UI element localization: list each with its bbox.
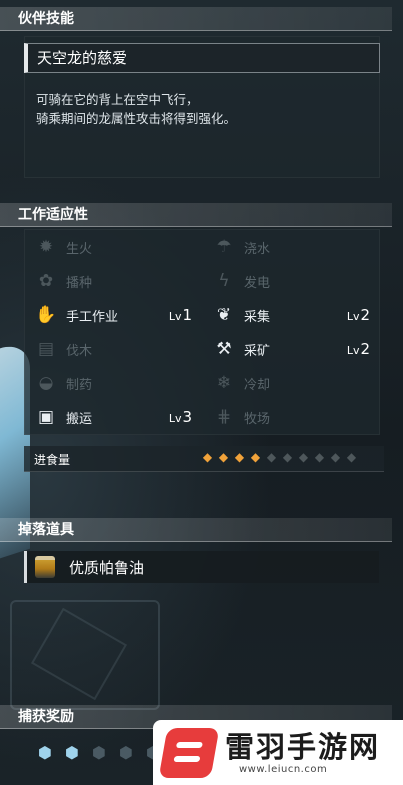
lightning-icon: ϟ [218, 271, 230, 291]
food-empty-icon: ◆ [266, 450, 277, 464]
work-item-label: 发电 [244, 275, 271, 291]
hand-icon: ✋ [35, 305, 57, 325]
work-item-level-value: 3 [182, 408, 192, 426]
food-filled-icon: ◆ [218, 450, 229, 464]
work-item: ◒ 制药 [26, 368, 196, 398]
oil-jar-icon [35, 556, 55, 578]
capture-reward-meter: ⬢⬢⬢⬢⬢ [36, 742, 162, 764]
work-item: ⚒ 采矿 Lv2 [204, 334, 374, 364]
work-item-label: 采矿 [244, 343, 271, 359]
box-icon: ▣ [37, 407, 55, 427]
work-item-label: 搬运 [66, 411, 93, 427]
skill-name: 天空龙的慈爱 [24, 43, 380, 73]
food-empty-icon: ◆ [314, 450, 325, 464]
work-item: ϟ 发电 [204, 266, 374, 296]
work-item-label: 生火 [66, 241, 93, 257]
work-item-label: 浇水 [244, 241, 271, 257]
watermark-logo-icon [158, 728, 220, 778]
skill-description-line: 骑乘期间的龙属性攻击将得到强化。 [36, 111, 237, 126]
logs-icon: ▤ [37, 339, 55, 359]
capture-reward-icon: ⬢ [65, 743, 79, 762]
work-item-label: 冷却 [244, 377, 271, 393]
capture-reward-icon: ⬢ [92, 743, 106, 762]
work-item-label: 播种 [66, 275, 93, 291]
work-item-level-prefix: Lv [346, 344, 360, 357]
work-item-label: 采集 [244, 309, 271, 325]
work-item: ▣ 搬运 Lv3 [26, 402, 196, 432]
work-item: ❄ 冷却 [204, 368, 374, 398]
sprout-icon: ✿ [38, 271, 54, 291]
work-item-level-prefix: Lv [168, 310, 182, 323]
work-item-level: Lv1 [169, 306, 192, 324]
food-label: 进食量 [34, 453, 71, 467]
watermark-title: 雷羽手游网 [225, 730, 381, 764]
work-item-level-prefix: Lv [168, 412, 182, 425]
work-item-label: 牧场 [244, 411, 271, 427]
food-meter: ◆ ◆ ◆ ◆ ◆ ◆ ◆ ◆ ◆ ◆ [200, 450, 359, 465]
capture-reward-icon: ⬢ [119, 743, 133, 762]
drop-item[interactable]: 优质帕鲁油 [24, 551, 379, 583]
work-item-level-prefix: Lv [346, 310, 360, 323]
watering-can-icon: ☂ [216, 237, 232, 257]
food-filled-icon: ◆ [234, 450, 245, 464]
bowl-icon: ◒ [38, 373, 54, 393]
work-item: ▤ 伐木 [26, 334, 196, 364]
work-item: ⋕ 牧场 [204, 402, 374, 432]
drop-item-label: 优质帕鲁油 [69, 559, 145, 577]
work-suitability-header: 工作适应性 [0, 203, 392, 227]
food-empty-icon: ◆ [298, 450, 309, 464]
work-item-level-value: 2 [360, 306, 370, 324]
snowflake-icon: ❄ [216, 373, 232, 393]
capture-reward-icon: ⬢ [38, 743, 52, 762]
work-item-level: Lv3 [169, 408, 192, 426]
work-item: ✋ 手工作业 Lv1 [26, 300, 196, 330]
work-item: ✿ 播种 [26, 266, 196, 296]
skill-description: 可骑在它的背上在空中飞行， 骑乘期间的龙属性攻击将得到强化。 [36, 90, 366, 128]
work-item: ☂ 浇水 [204, 232, 374, 262]
food-row: 进食量 ◆ ◆ ◆ ◆ ◆ ◆ ◆ ◆ ◆ ◆ [24, 446, 384, 472]
food-empty-icon: ◆ [346, 450, 357, 464]
partner-skill-header: 伙伴技能 [0, 7, 392, 31]
work-item-level: Lv2 [347, 340, 370, 358]
fence-icon: ⋕ [216, 407, 232, 427]
work-item: ✹ 生火 [26, 232, 196, 262]
flame-icon: ✹ [38, 237, 54, 257]
work-item-label: 手工作业 [66, 309, 119, 325]
leaf-icon: ❦ [216, 305, 232, 325]
watermark: 雷羽手游网 www.leiucn.com [153, 720, 403, 785]
work-item-level-value: 1 [182, 306, 192, 324]
food-filled-icon: ◆ [202, 450, 213, 464]
watermark-url: www.leiucn.com [239, 764, 328, 775]
food-empty-icon: ◆ [282, 450, 293, 464]
work-item-level: Lv2 [347, 306, 370, 324]
skill-description-line: 可骑在它的背上在空中飞行， [36, 92, 199, 107]
drops-header: 掉落道具 [0, 518, 392, 542]
circuit-pattern [10, 600, 160, 710]
pickaxe-icon: ⚒ [216, 339, 232, 359]
work-item-label: 伐木 [66, 343, 93, 359]
food-empty-icon: ◆ [330, 450, 341, 464]
work-item: ❦ 采集 Lv2 [204, 300, 374, 330]
work-item-label: 制药 [66, 377, 93, 393]
food-filled-icon: ◆ [250, 450, 261, 464]
work-item-level-value: 2 [360, 340, 370, 358]
